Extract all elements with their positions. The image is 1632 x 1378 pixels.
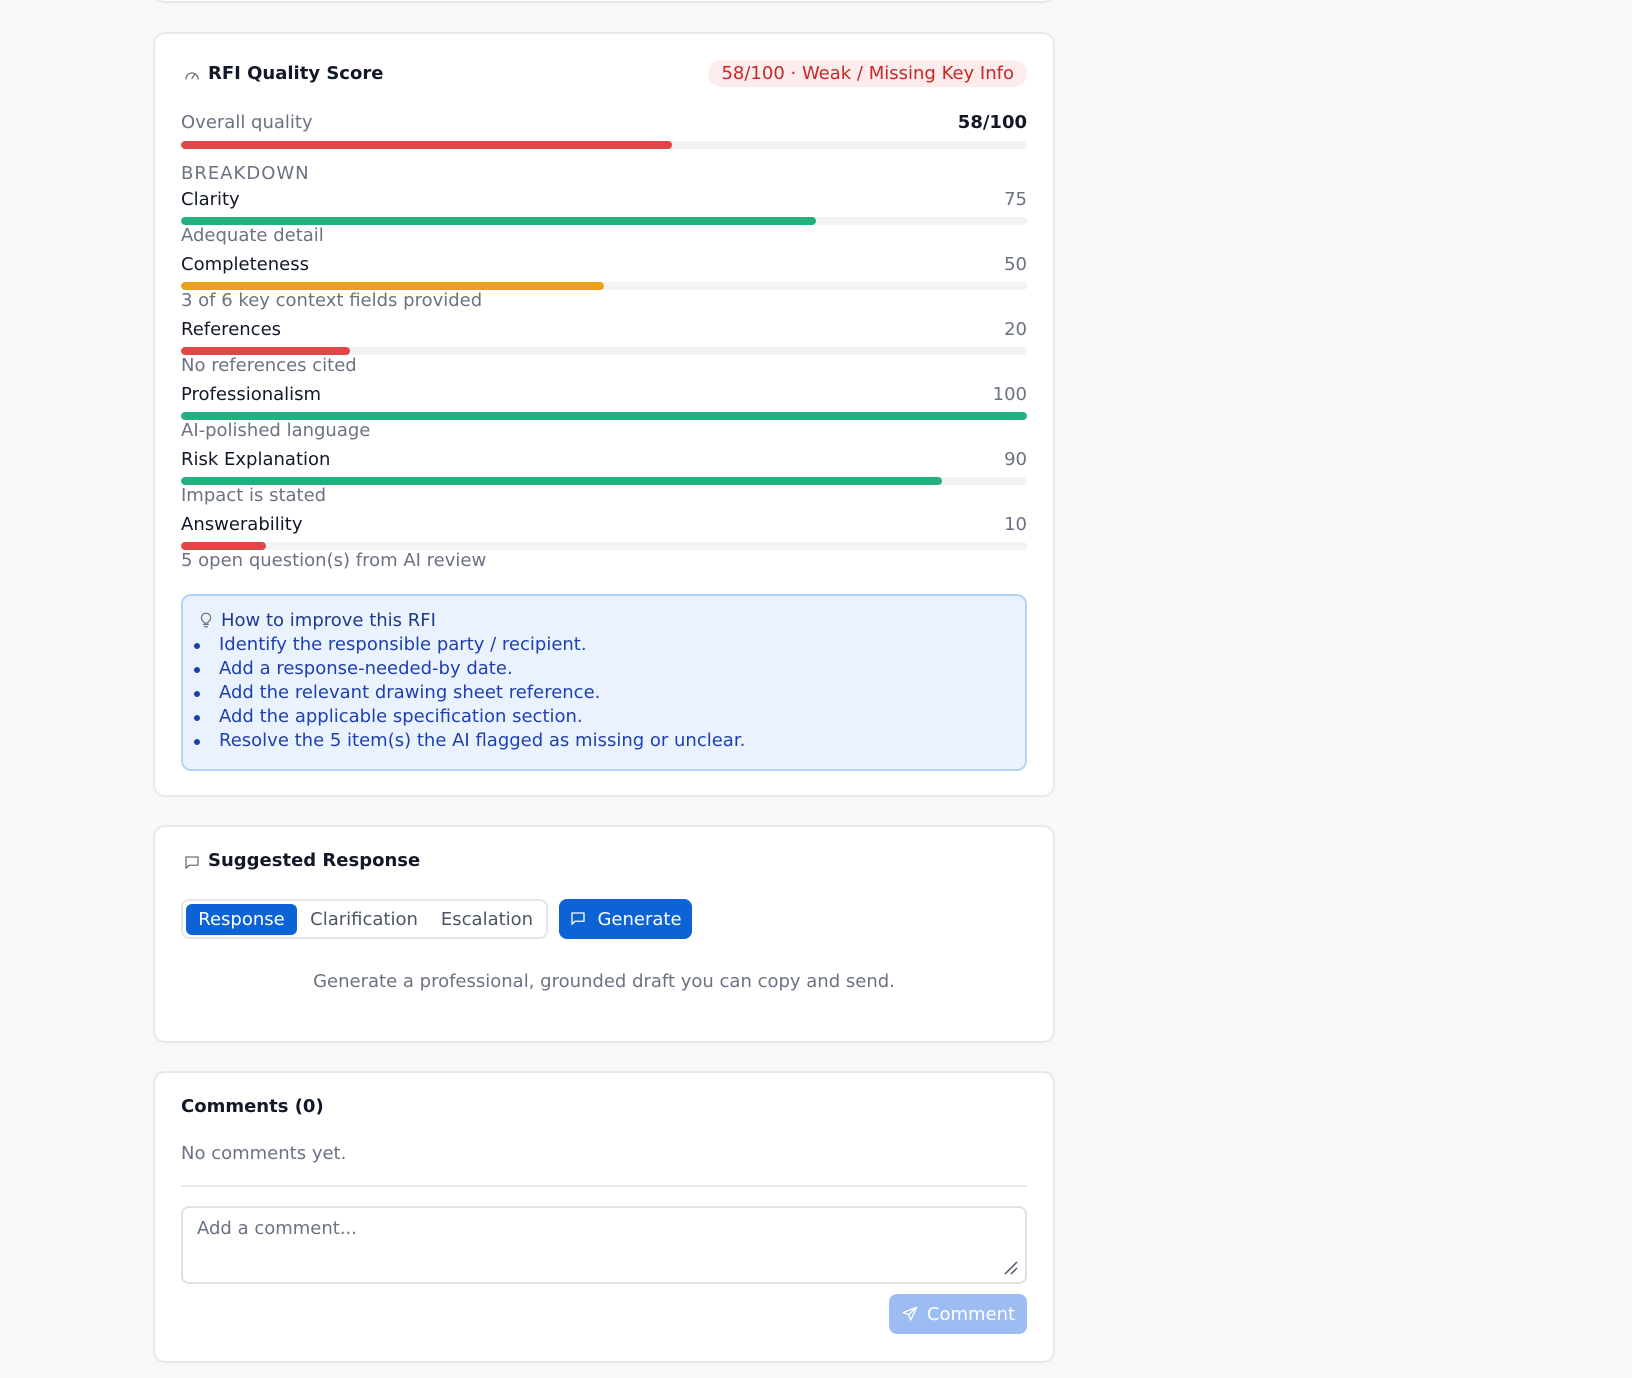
send-icon <box>902 1306 918 1321</box>
tip-item: Identify the responsible party / recipie… <box>194 634 587 655</box>
comments-title: Comments (0) <box>181 1096 324 1117</box>
breakdown-value: 50 <box>1004 254 1027 275</box>
breakdown-label: References <box>181 319 282 340</box>
breakdown-progress-bar <box>181 542 1027 550</box>
breakdown-label: Clarity <box>181 189 240 210</box>
resize-handle-icon[interactable] <box>1003 1260 1019 1276</box>
breakdown-progress-bar <box>181 477 1027 485</box>
comment-input[interactable]: Add a comment... <box>181 1206 1027 1284</box>
overall-label: Overall quality <box>181 112 313 133</box>
comment-submit-label: Comment <box>926 1303 1016 1325</box>
breakdown-value: 75 <box>1004 189 1027 210</box>
overall-progress-bar <box>181 141 1027 149</box>
response-type-toggle: Response Clarification Escalation <box>181 899 548 939</box>
no-comments-text: No comments yet. <box>181 1143 347 1164</box>
breakdown-note: Impact is stated <box>181 485 327 506</box>
status-badge: 58/100 · Weak / Missing Key Info <box>708 60 1027 87</box>
rfi-quality-card: RFI Quality Score 58/100 · Weak / Missin… <box>153 32 1055 797</box>
previous-card <box>153 0 1055 3</box>
breakdown-label: Completeness <box>181 254 309 275</box>
comment-submit-button[interactable]: Comment <box>889 1294 1027 1334</box>
breakdown-note: Adequate detail <box>181 225 324 246</box>
breakdown-heading: BREAKDOWN <box>181 163 310 184</box>
breakdown-note: No references cited <box>181 355 357 376</box>
tab-clarification[interactable]: Clarification <box>299 904 429 935</box>
tip-item: Add the relevant drawing sheet reference… <box>193 682 601 703</box>
breakdown-note: 5 open question(s) from AI review <box>181 550 487 571</box>
breakdown-label: Answerability <box>181 514 303 535</box>
overall-value: 58/100 <box>957 112 1027 133</box>
breakdown-value: 10 <box>1004 514 1027 535</box>
breakdown-value: 20 <box>1004 319 1027 340</box>
breakdown-progress-bar <box>181 282 1027 290</box>
breakdown-note: AI-polished language <box>181 420 371 441</box>
lightbulb-icon <box>200 612 212 628</box>
generate-button[interactable]: Generate <box>559 899 692 939</box>
improvement-tips: How to improve this RFI Identify the res… <box>181 594 1027 771</box>
breakdown-value: 90 <box>1004 449 1027 470</box>
gauge-icon <box>185 72 199 80</box>
breakdown-progress-fill <box>181 542 266 550</box>
tip-item: Add the applicable specification section… <box>194 706 583 727</box>
suggested-response-card: Suggested Response Response Clarificatio… <box>153 825 1055 1043</box>
generate-hint: Generate a professional, grounded draft … <box>313 971 895 992</box>
breakdown-label: Professionalism <box>181 384 322 405</box>
card-title: RFI Quality Score <box>208 63 384 84</box>
breakdown-label: Risk Explanation <box>181 449 331 470</box>
breakdown-progress-fill <box>181 412 1027 420</box>
tip-item: Add a response-needed-by date. <box>194 658 513 679</box>
card-title: Suggested Response <box>208 850 421 871</box>
breakdown-progress-fill <box>181 477 943 485</box>
tips-title: How to improve this RFI <box>221 610 436 631</box>
breakdown-progress-bar <box>181 412 1027 420</box>
tab-response[interactable]: Response <box>186 904 297 935</box>
breakdown-progress-bar <box>181 217 1027 225</box>
tab-escalation[interactable]: Escalation <box>431 904 543 935</box>
breakdown-progress-fill <box>181 347 351 355</box>
breakdown-progress-fill <box>181 282 604 290</box>
message-square-icon <box>185 856 199 869</box>
breakdown-note: 3 of 6 key context fields provided <box>181 290 483 311</box>
tip-item: Resolve the 5 item(s) the AI flagged as … <box>193 730 746 751</box>
breakdown-progress-fill <box>181 217 816 225</box>
divider <box>181 1185 1027 1187</box>
overall-progress-fill <box>181 141 672 149</box>
generate-label: Generate <box>597 908 682 930</box>
breakdown-value: 100 <box>992 384 1027 405</box>
message-square-icon <box>571 912 586 925</box>
breakdown-progress-bar <box>181 347 1027 355</box>
comments-card: Comments (0) No comments yet. Add a comm… <box>153 1071 1055 1363</box>
comment-placeholder: Add a comment... <box>197 1218 358 1239</box>
